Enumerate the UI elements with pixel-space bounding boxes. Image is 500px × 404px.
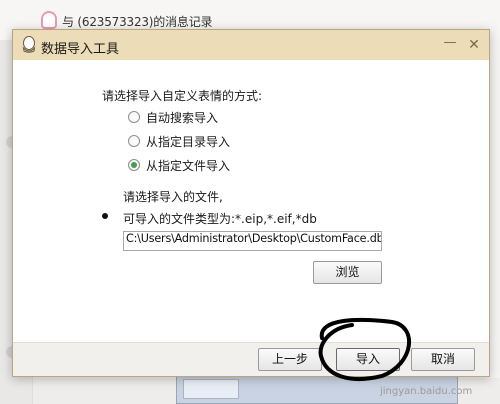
watermark: jingyan.baidu.com bbox=[380, 386, 473, 397]
file-select-prompt: 请选择导入的文件, bbox=[123, 190, 223, 204]
data-import-dialog: 数据导入工具 — ✕ 请选择导入自定义表情的方式: 自动搜索导入 从指定目录导入… bbox=[12, 29, 490, 377]
bullet-icon bbox=[102, 213, 108, 219]
dialog-title: 数据导入工具 bbox=[41, 42, 120, 57]
radio-button[interactable] bbox=[128, 135, 140, 147]
radio-button[interactable] bbox=[128, 111, 140, 123]
contact-avatar-icon bbox=[41, 11, 57, 29]
dialog-titlebar[interactable]: 数据导入工具 — ✕ bbox=[13, 30, 489, 60]
import-method-prompt: 请选择导入自定义表情的方式: bbox=[102, 89, 263, 103]
file-path-field[interactable]: C:\Users\Administrator\Desktop\CustomFac… bbox=[123, 231, 382, 251]
radio-label: 自动搜索导入 bbox=[146, 110, 219, 125]
dialog-footer: 上一步 导入 取消 bbox=[13, 342, 489, 376]
cancel-button[interactable]: 取消 bbox=[411, 348, 475, 371]
chat-history-title: 与 (623573323)的消息记录 bbox=[62, 15, 213, 29]
previous-button[interactable]: 上一步 bbox=[258, 348, 322, 371]
minimize-icon[interactable]: — bbox=[439, 32, 461, 54]
close-icon[interactable]: ✕ bbox=[463, 34, 485, 56]
thumbnail-inner bbox=[183, 379, 239, 399]
radio-from-directory[interactable]: 从指定目录导入 bbox=[128, 133, 230, 149]
radio-auto-search[interactable]: 自动搜索导入 bbox=[128, 109, 218, 125]
browse-button[interactable]: 浏览 bbox=[313, 261, 382, 284]
radio-button-selected[interactable] bbox=[128, 159, 140, 171]
radio-from-file[interactable]: 从指定文件导入 bbox=[128, 157, 230, 173]
qq-penguin-icon bbox=[22, 36, 36, 53]
radio-label: 从指定文件导入 bbox=[146, 158, 231, 173]
radio-label: 从指定目录导入 bbox=[146, 134, 231, 149]
import-button[interactable]: 导入 bbox=[336, 348, 400, 371]
file-types-label: 可导入的文件类型为:*.eip,*.eif,*db bbox=[123, 212, 317, 226]
